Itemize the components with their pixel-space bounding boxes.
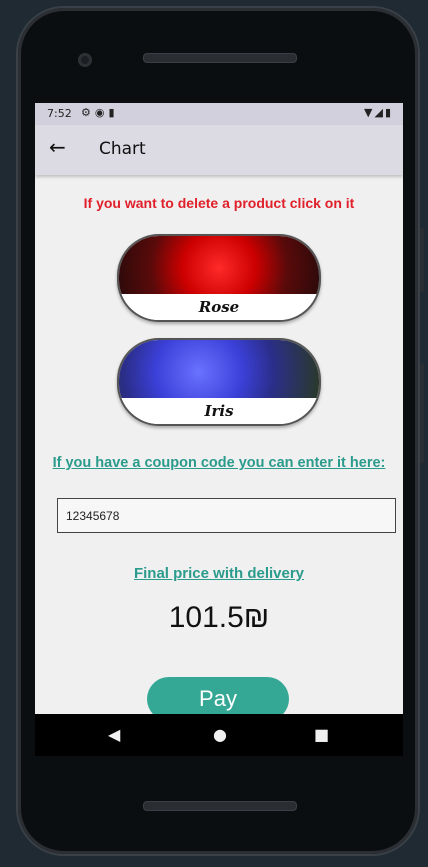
coupon-hint-text: If you have a coupon code you can enter … [52,455,386,471]
sim-card-icon: ▮ [108,106,119,119]
product-item-iris[interactable]: Iris [117,338,321,426]
phone-frame: 7:52 ⚙◉▮ ▼◢▮ ← Chart If you want to dele… [18,8,424,854]
product-name: Rose [119,294,319,320]
final-price-value: 101.5₪ [168,601,270,634]
front-camera-icon [78,53,92,67]
pay-button[interactable]: Pay [147,677,289,714]
app-bar: ← Chart [35,125,403,175]
app-screen: 7:52 ⚙◉▮ ▼◢▮ ← Chart If you want to dele… [35,103,403,714]
status-bar: 7:52 ⚙◉▮ ▼◢▮ [35,103,403,125]
battery-icon: ▮ [384,106,393,119]
rose-image [119,236,319,294]
recents-square-icon[interactable]: ■ [314,725,329,744]
android-icon: ◉ [94,106,109,119]
product-name: Iris [119,398,319,424]
status-left-icons: ⚙◉▮ [81,106,119,119]
arrow-back-icon[interactable]: ← [49,135,66,159]
delete-hint-text: If you want to delete a product click on… [83,195,355,211]
product-item-rose[interactable]: Rose [117,234,321,322]
coupon-input[interactable] [57,498,396,533]
iris-image [119,340,319,398]
volume-button [420,228,424,292]
signal-icon: ◢ [374,106,385,119]
final-price-label: Final price with delivery [133,565,305,582]
bottom-speaker [143,801,297,811]
power-button [420,363,424,463]
system-nav-bar: ◀ ● ■ [35,714,403,756]
back-triangle-icon[interactable]: ◀ [108,725,120,744]
wifi-icon: ▼ [364,106,375,119]
earpiece-speaker [143,53,297,63]
gear-icon: ⚙ [81,106,95,119]
status-right-icons: ▼◢▮ [364,106,393,119]
page-title: Chart [99,139,146,159]
status-time: 7:52 [47,107,72,120]
home-circle-icon[interactable]: ● [213,725,227,744]
